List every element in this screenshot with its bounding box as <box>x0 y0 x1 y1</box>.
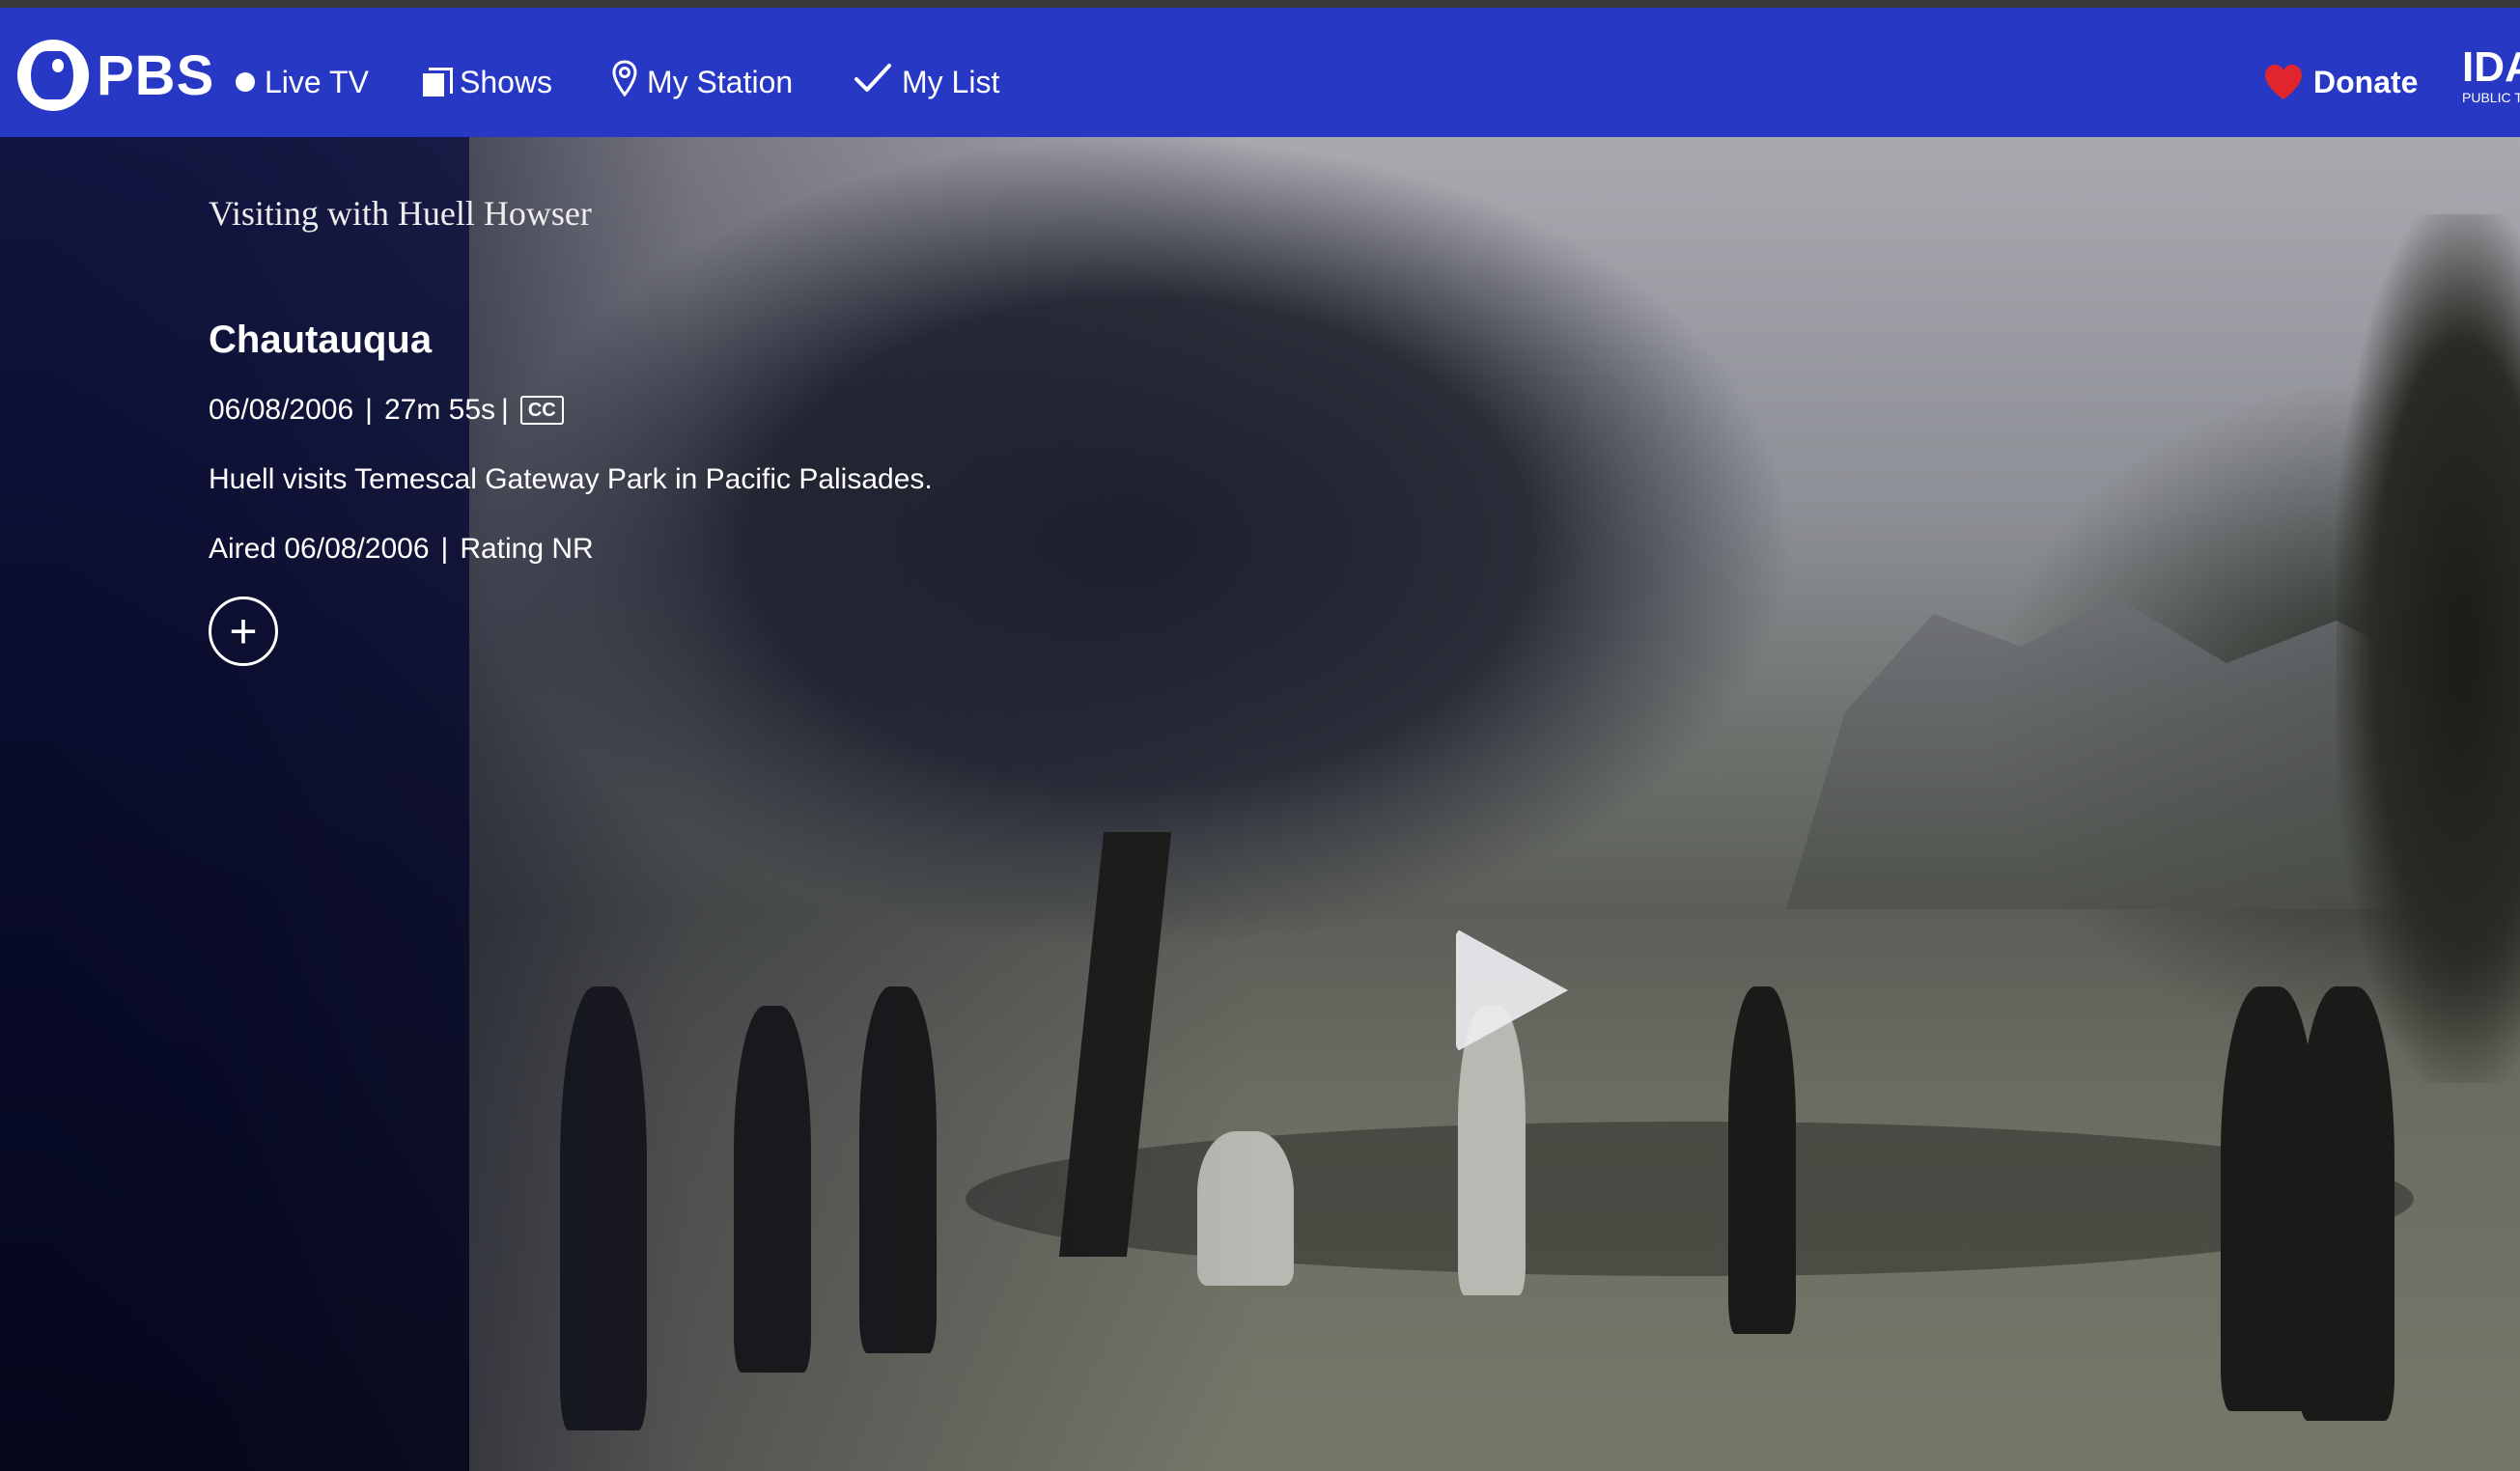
heart-icon <box>2263 63 2304 101</box>
shows-icon <box>423 68 453 97</box>
separator: | <box>501 394 509 426</box>
nav-my-station-label: My Station <box>647 64 794 99</box>
play-icon[interactable] <box>1456 929 1568 1052</box>
pbs-logo-text: PBS <box>97 43 215 107</box>
window-top-strip <box>0 0 2520 8</box>
plus-icon: + <box>229 604 258 658</box>
closed-captions-badge: CC <box>519 396 564 425</box>
station-subtitle: PUBLIC T <box>2462 90 2520 105</box>
nav-live-tv-label: Live TV <box>265 64 369 99</box>
station-name: IDA <box>2462 46 2520 91</box>
top-navigation: PBS Live TV Shows My Station My List Don… <box>0 8 2520 137</box>
nav-shows[interactable]: Shows <box>423 56 552 108</box>
figure-person <box>1728 986 1796 1334</box>
location-pin-icon <box>612 60 637 104</box>
nav-my-station[interactable]: My Station <box>612 56 793 108</box>
air-info: Aired 06/08/2006 | Rating NR <box>209 533 594 566</box>
donate-label: Donate <box>2313 64 2419 99</box>
pbs-logo-icon <box>17 40 89 111</box>
episode-description: Huell visits Temescal Gateway Park in Pa… <box>209 463 933 495</box>
checkmark-icon <box>854 62 892 102</box>
figure-person <box>2298 986 2394 1421</box>
background-tree-right <box>2337 214 2520 1083</box>
episode-title: Chautauqua <box>209 319 433 361</box>
episode-meta: 06/08/2006 | 27m 55s | CC <box>209 394 564 427</box>
nav-shows-label: Shows <box>460 64 553 99</box>
nav-my-list-label: My List <box>902 64 1000 99</box>
episode-duration: 27m 55s <box>383 394 496 426</box>
separator: | <box>365 394 373 426</box>
separator: | <box>440 533 449 565</box>
aired-date: Aired 06/08/2006 <box>209 533 430 565</box>
live-dot-icon <box>236 72 255 92</box>
pbs-logo[interactable]: PBS <box>17 40 214 111</box>
episode-date: 06/08/2006 <box>209 394 354 426</box>
donate-button[interactable]: Donate <box>2263 56 2418 108</box>
rating: Rating NR <box>460 533 594 565</box>
show-title[interactable]: Visiting with Huell Howser <box>209 193 592 234</box>
add-to-list-button[interactable]: + <box>209 597 278 666</box>
station-logo[interactable]: IDA PUBLIC T <box>2462 46 2520 114</box>
nav-my-list[interactable]: My List <box>854 56 999 108</box>
nav-live-tv[interactable]: Live TV <box>236 56 369 108</box>
